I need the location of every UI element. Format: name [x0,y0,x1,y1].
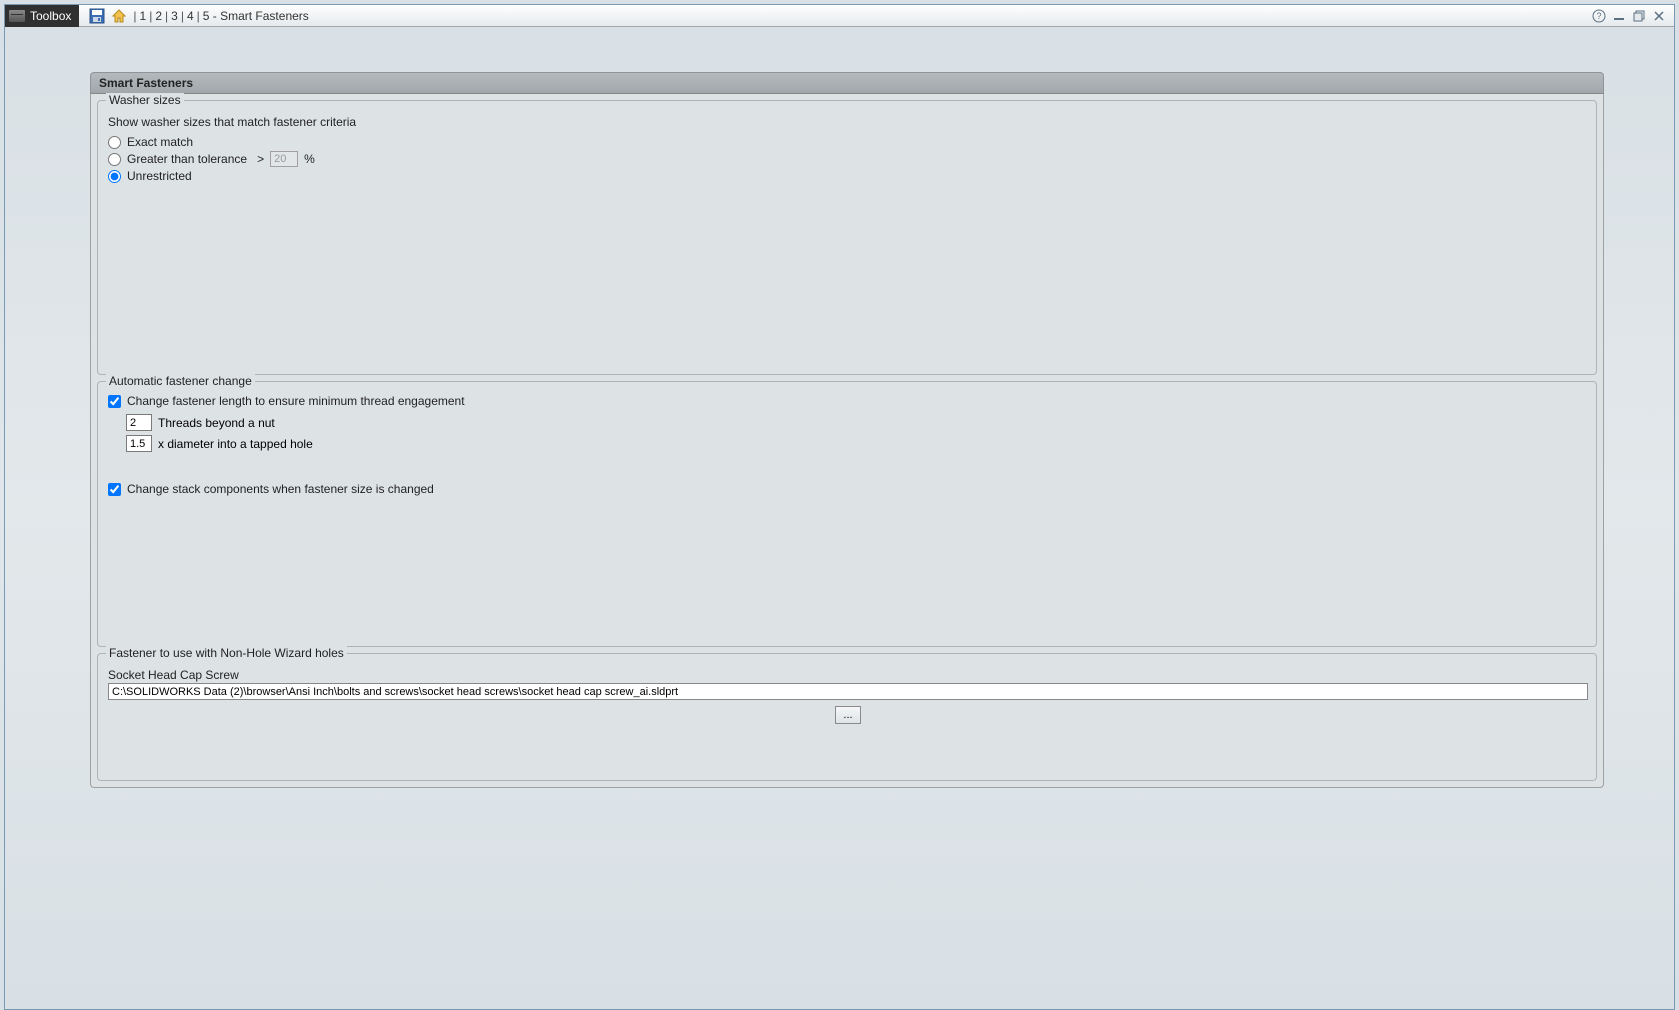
radio-label-exact: Exact match [127,135,193,149]
checkbox-label-length: Change fastener length to ensure minimum… [127,394,465,408]
length-options: Threads beyond a nut x diameter into a t… [126,414,1588,452]
breadcrumb-sep: | [149,9,152,23]
restore-icon [1632,9,1646,23]
breadcrumb-sep: | [133,9,136,23]
radio-greater-than[interactable] [108,153,121,166]
restore-button[interactable] [1632,9,1646,23]
breadcrumb: | 1 | 2 | 3 | 4 | 5 - Smart Fasteners [131,9,309,23]
minimize-button[interactable] [1612,9,1626,23]
toolbox-label: Toolbox [30,9,71,23]
gt-symbol: > [257,152,264,166]
breadcrumb-step-3[interactable]: 3 [170,9,179,23]
checkbox-change-stack[interactable] [108,483,121,496]
radio-exact-match[interactable] [108,136,121,149]
breadcrumb-step-4[interactable]: 4 [186,9,195,23]
tolerance-input[interactable] [270,151,298,167]
breadcrumb-sep: | [165,9,168,23]
threads-label: Threads beyond a nut [158,416,275,430]
radio-row-unrestricted[interactable]: Unrestricted [108,169,1588,183]
group-washer-sizes: Washer sizes Show washer sizes that matc… [97,100,1597,375]
save-icon [89,8,105,24]
file-path-input[interactable] [108,683,1588,700]
gt-unit: % [304,152,315,166]
help-button[interactable]: ? [1592,9,1606,23]
group-legend-washer: Washer sizes [106,93,184,107]
check-row-length[interactable]: Change fastener length to ensure minimum… [108,394,1588,408]
radio-label-unrestricted: Unrestricted [127,169,192,183]
close-icon [1652,9,1666,23]
group-legend-nonhole: Fastener to use with Non-Hole Wizard hol… [106,646,347,660]
page-title: Smart Fasteners [90,72,1604,94]
minimize-icon [1612,9,1626,23]
toolbar: Toolbox | 1 | 2 | 3 | 4 | 5 - Smart F [5,5,1674,27]
toolbox-badge: Toolbox [5,5,79,27]
group-auto-fastener-change: Automatic fastener change Change fastene… [97,381,1597,647]
breadcrumb-step-1[interactable]: 1 [139,9,148,23]
help-icon: ? [1592,9,1606,23]
toolbox-icon [9,10,25,22]
window-controls: ? [1592,9,1674,23]
home-icon [111,8,127,24]
file-label: Socket Head Cap Screw [108,668,1588,682]
breadcrumb-step-current[interactable]: 5 - Smart Fasteners [202,9,310,23]
main-area: Smart Fasteners Washer sizes Show washer… [5,27,1674,1009]
diameter-label: x diameter into a tapped hole [158,437,313,451]
breadcrumb-step-2[interactable]: 2 [154,9,163,23]
close-button[interactable] [1652,9,1666,23]
breadcrumb-sep: | [197,9,200,23]
radio-label-greater: Greater than tolerance [127,152,247,166]
breadcrumb-sep: | [181,9,184,23]
radio-row-exact[interactable]: Exact match [108,135,1588,149]
diameter-input[interactable] [126,435,152,452]
checkbox-change-length[interactable] [108,395,121,408]
save-button[interactable] [89,8,105,24]
threads-input[interactable] [126,414,152,431]
check-row-stack[interactable]: Change stack components when fastener si… [108,482,1588,496]
browse-button[interactable]: ... [835,706,861,724]
home-button[interactable] [111,8,127,24]
page-body: Washer sizes Show washer sizes that matc… [90,94,1604,788]
checkbox-label-stack: Change stack components when fastener si… [127,482,434,496]
radio-row-greater[interactable]: Greater than tolerance > % [108,151,1588,167]
radio-unrestricted[interactable] [108,170,121,183]
washer-hint: Show washer sizes that match fastener cr… [108,115,1588,129]
group-non-hole-wizard: Fastener to use with Non-Hole Wizard hol… [97,653,1597,781]
svg-text:?: ? [1596,11,1601,21]
group-legend-auto: Automatic fastener change [106,374,255,388]
